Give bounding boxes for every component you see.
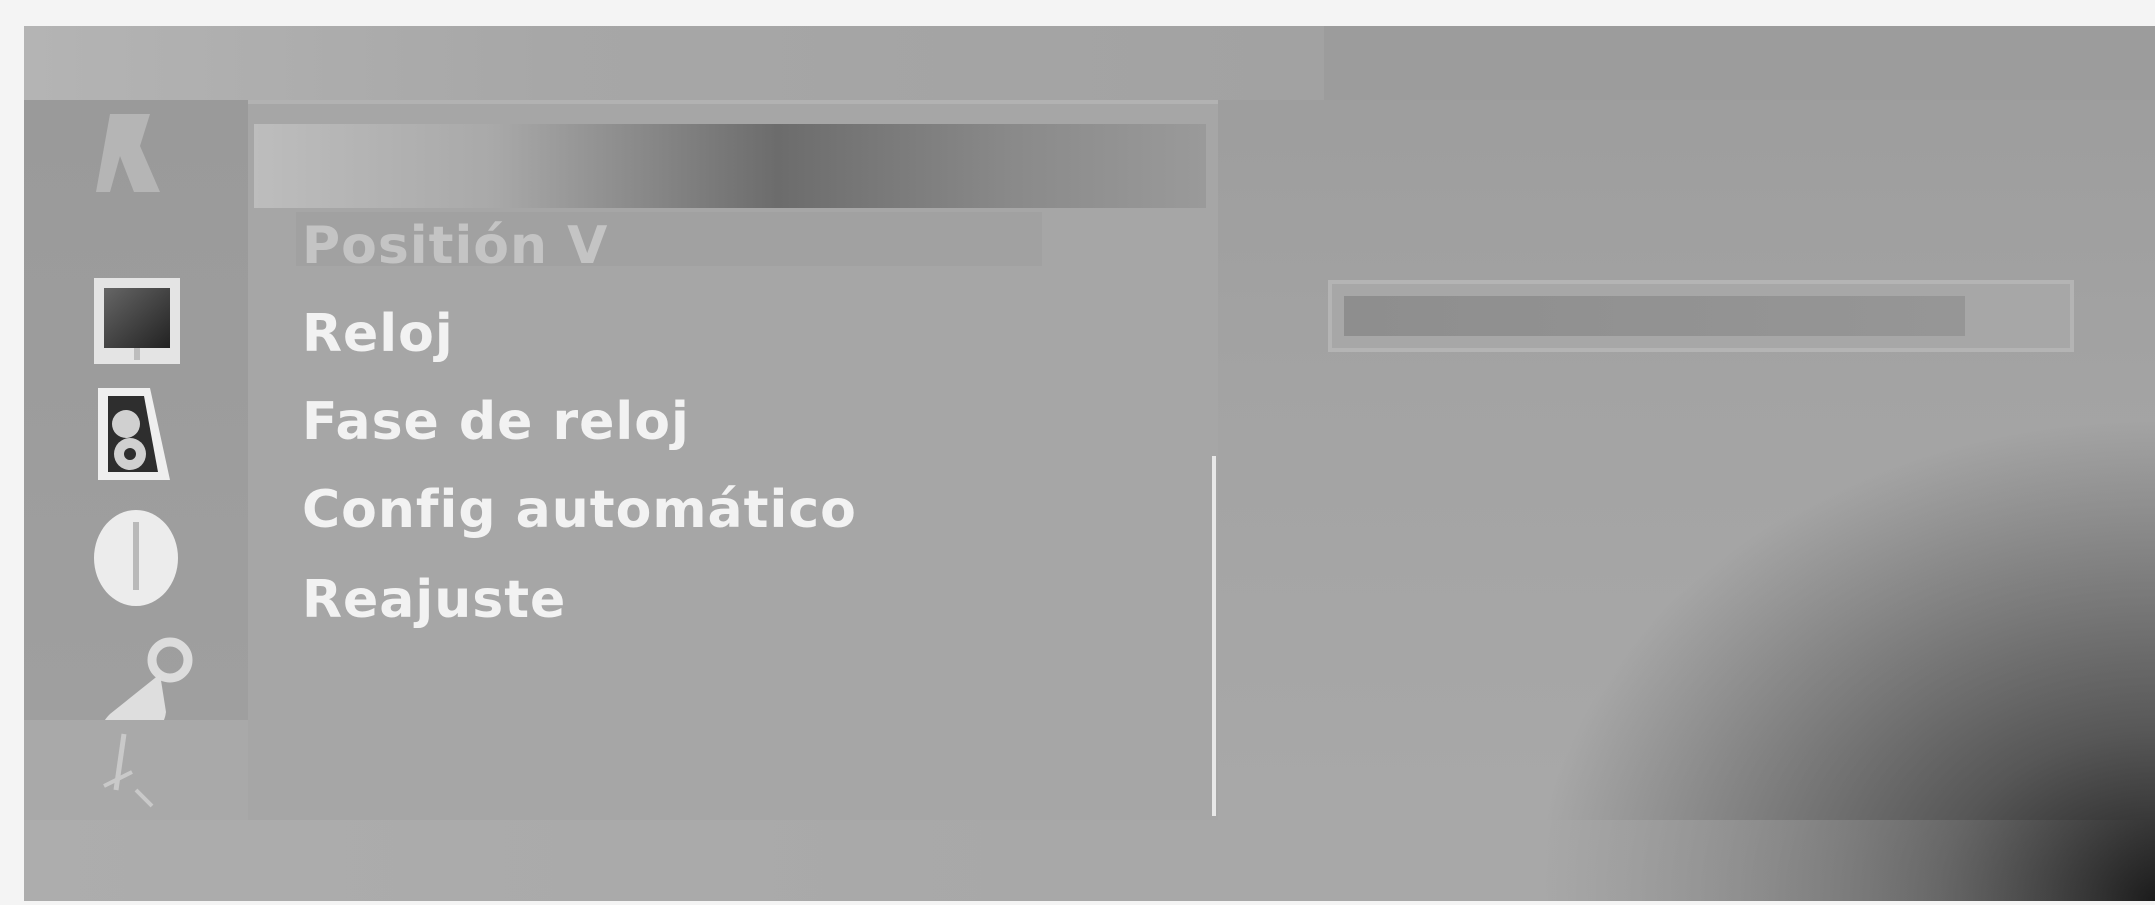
audio-icon[interactable] — [90, 382, 184, 480]
top-bar-right — [1324, 26, 2155, 100]
slider-fill — [1344, 296, 1965, 336]
value-slider[interactable] — [1328, 280, 2074, 352]
setup-icon[interactable] — [90, 634, 193, 734]
menu-item-clock-phase[interactable]: Fase de reloj — [302, 396, 690, 448]
bottom-strip — [24, 820, 2155, 901]
panel-edge-line — [1212, 456, 1216, 816]
menu-item-reset[interactable]: Reajuste — [302, 574, 566, 626]
selected-icon — [103, 733, 154, 808]
top-bar — [24, 26, 1324, 100]
menu-item-clock[interactable]: Reloj — [302, 308, 454, 360]
info-icon[interactable] — [90, 502, 184, 606]
sidebar-selected-slot[interactable] — [24, 720, 248, 820]
menu-highlight-bar[interactable] — [254, 124, 1206, 208]
menu-panel: Positión V Reloj Fase de reloj Config au… — [248, 100, 1218, 824]
picture-icon[interactable] — [90, 106, 184, 200]
tv-osd-screen: Positión V Reloj Fase de reloj Config au… — [24, 26, 2155, 901]
menu-item-auto-config[interactable]: Config automático — [302, 484, 857, 536]
category-sidebar — [24, 100, 248, 820]
screen-icon[interactable] — [90, 274, 184, 368]
menu-item-position-v[interactable]: Positión V — [302, 220, 608, 272]
